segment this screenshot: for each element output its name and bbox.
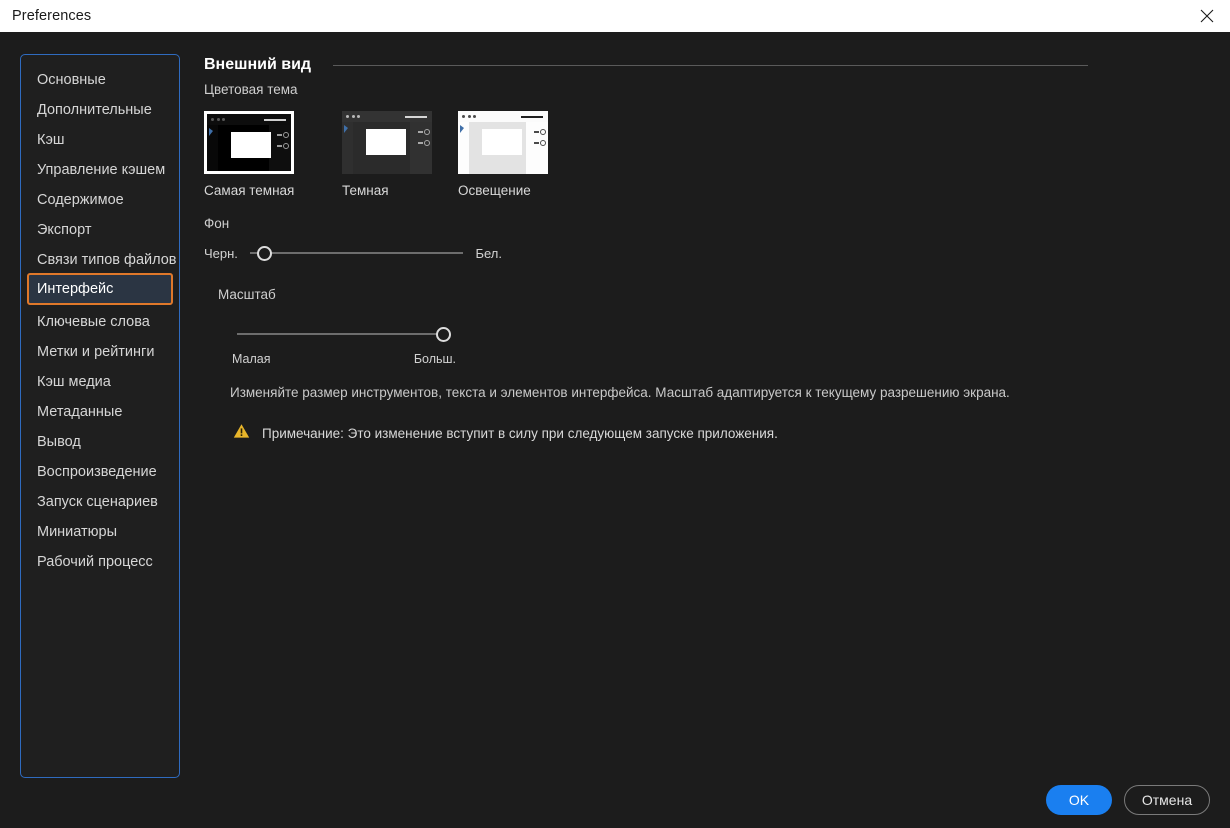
sidebar-item-7[interactable]: Интерфейс: [27, 273, 173, 305]
theme-option-0[interactable]: Самая темная: [204, 111, 316, 198]
sidebar-item-2[interactable]: Кэш: [27, 123, 173, 153]
theme-preview-1[interactable]: [342, 111, 432, 174]
section-divider: [333, 64, 1088, 66]
background-min-label: Черн.: [204, 245, 238, 261]
sidebar-item-15[interactable]: Миниатюры: [27, 515, 173, 545]
cancel-button[interactable]: Отмена: [1124, 785, 1210, 815]
ok-button[interactable]: OK: [1046, 785, 1112, 815]
theme-preview-graphic: [342, 111, 432, 174]
theme-option-2[interactable]: Освещение: [458, 111, 548, 198]
sidebar-item-12[interactable]: Вывод: [27, 425, 173, 455]
warning-triangle-icon: [233, 423, 250, 444]
scale-endpoint-labels: Малая Больш.: [232, 352, 456, 366]
dialog-footer: OK Отмена: [1046, 785, 1210, 815]
window-title: Preferences: [12, 8, 92, 24]
scale-slider-thumb[interactable]: [435, 326, 451, 342]
window-titlebar: Preferences: [0, 0, 1230, 32]
sidebar-item-0[interactable]: Основные: [27, 63, 173, 93]
appearance-settings-pane: Внешний вид Цветовая тема Самая темная Те…: [204, 54, 1204, 778]
sidebar-item-10[interactable]: Кэш медиа: [27, 365, 173, 395]
color-theme-label: Цветовая тема: [204, 82, 298, 97]
close-window-button[interactable]: [1184, 0, 1230, 32]
preferences-dialog-body: Основные Дополнительные Кэш Управление кэше…: [0, 32, 1230, 828]
theme-option-label: Освещение: [458, 183, 531, 198]
scale-min-label: Малая: [232, 352, 271, 366]
sidebar-item-8[interactable]: Ключевые слова: [27, 305, 173, 335]
restart-note: Примечание: Это изменение вступит в силу…: [233, 423, 1204, 444]
sidebar-item-9[interactable]: Метки и рейтинги: [27, 335, 173, 365]
sidebar-item-11[interactable]: Метаданные: [27, 395, 173, 425]
background-slider-thumb[interactable]: [257, 245, 273, 261]
theme-option-label: Самая темная: [204, 183, 295, 198]
background-slider[interactable]: [249, 241, 464, 265]
scale-description: Изменяйте размер инструментов, текста и …: [230, 385, 1010, 400]
section-header: Внешний вид: [204, 54, 1204, 76]
scale-label: Масштаб: [218, 287, 276, 302]
sidebar-item-1[interactable]: Дополнительные: [27, 93, 173, 123]
background-max-label: Бел.: [475, 245, 502, 261]
theme-preview-graphic: [458, 111, 548, 174]
preferences-category-list[interactable]: Основные Дополнительные Кэш Управление кэше…: [20, 54, 180, 778]
scale-max-label: Больш.: [413, 352, 456, 366]
sidebar-item-13[interactable]: Воспроизведение: [27, 455, 173, 485]
background-slider-row[interactable]: Черн. Бел.: [204, 241, 502, 265]
background-slider-track[interactable]: [249, 252, 464, 254]
sidebar-item-6[interactable]: Связи типов файлов: [27, 243, 177, 273]
sidebar-item-3[interactable]: Управление кэшем: [27, 153, 173, 183]
sidebar-item-14[interactable]: Запуск сценариев: [27, 485, 173, 515]
restart-note-text: Примечание: Это изменение вступит в силу…: [262, 426, 778, 441]
theme-option-1[interactable]: Темная: [342, 111, 432, 198]
theme-preview-0[interactable]: [204, 111, 294, 174]
theme-preview-graphic: [207, 114, 291, 171]
background-group: Фон Черн. Бел.: [204, 216, 1204, 265]
close-icon: [1200, 9, 1214, 23]
theme-preview-2[interactable]: [458, 111, 548, 174]
color-theme-options[interactable]: Самая темная Темная Освещение: [204, 111, 1204, 198]
sidebar-item-4[interactable]: Содержимое: [27, 183, 173, 213]
theme-option-label: Темная: [342, 183, 389, 198]
scale-slider[interactable]: [237, 322, 451, 346]
background-label: Фон: [204, 216, 230, 231]
page-title: Внешний вид: [204, 56, 312, 73]
scale-slider-track[interactable]: [237, 333, 443, 335]
sidebar-item-16[interactable]: Рабочий процесс: [27, 545, 173, 575]
scale-group: Масштаб Малая Больш.: [218, 287, 1204, 366]
sidebar-item-5[interactable]: Экспорт: [27, 213, 173, 243]
